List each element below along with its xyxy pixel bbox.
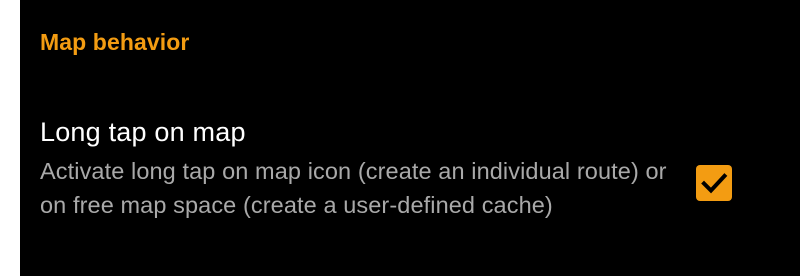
preference-summary: Activate long tap on map icon (create an… — [40, 158, 667, 218]
settings-screen: Map behavior Long tap on map Activate lo… — [20, 0, 800, 276]
preference-long-tap-on-map[interactable]: Long tap on map Activate long tap on map… — [20, 105, 800, 255]
checkbox-checked-icon — [696, 165, 732, 201]
section-header-map-behavior: Map behavior — [40, 29, 190, 55]
long-tap-checkbox[interactable] — [696, 165, 732, 201]
preference-title: Long tap on map — [40, 117, 246, 147]
